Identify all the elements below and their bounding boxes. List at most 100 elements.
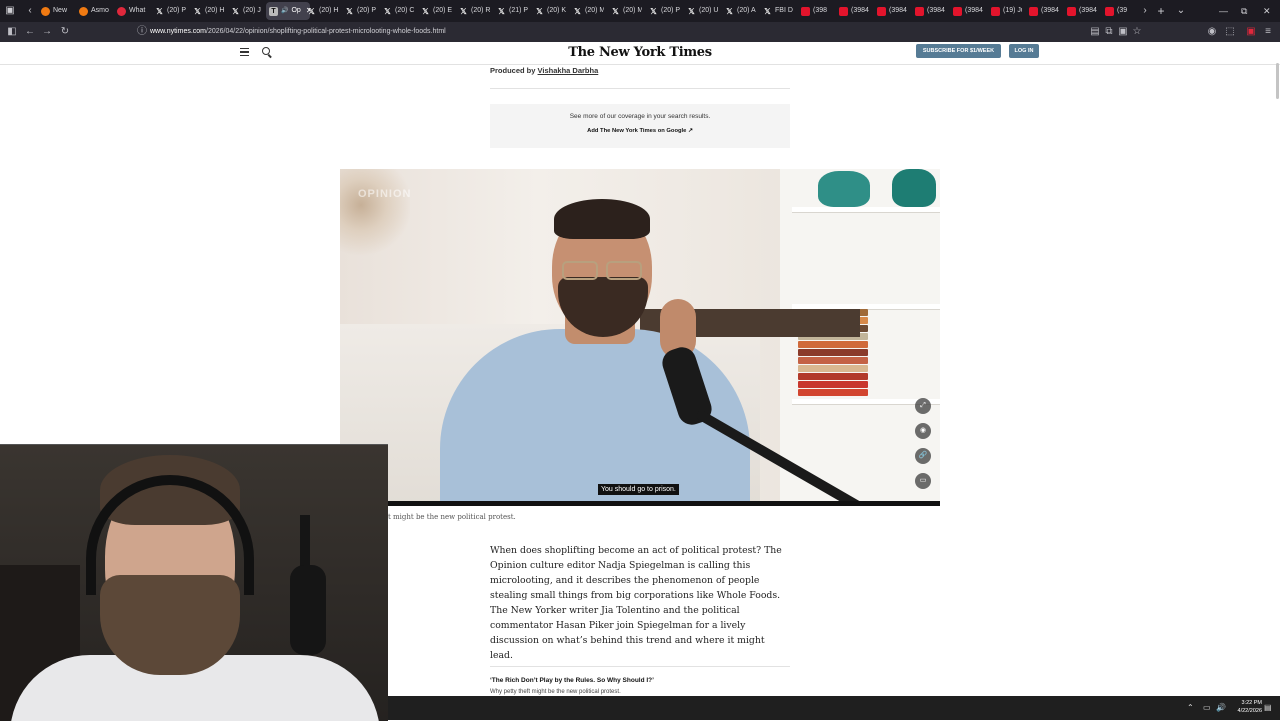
extension-badge-icon[interactable]: ▣ <box>1245 26 1257 38</box>
browser-tab[interactable]: Asmo <box>76 2 110 20</box>
reader-view-icon[interactable]: ▤ <box>1089 26 1101 38</box>
tab-label: (20) P <box>661 7 680 14</box>
list-all-tabs-icon[interactable]: ⌄ <box>1175 5 1187 17</box>
page-scrollbar[interactable] <box>1276 63 1279 99</box>
browser-tab[interactable]: 𝕏 (20) R <box>456 2 490 20</box>
tab-label: (20) P <box>357 7 376 14</box>
browser-tab[interactable]: New <box>38 2 72 20</box>
new-tab-button[interactable]: + <box>1155 5 1167 17</box>
producer-link[interactable]: Vishakha Darbha <box>538 66 599 75</box>
browser-tab[interactable]: (3984 <box>1026 2 1060 20</box>
webcam-microphone <box>290 565 326 655</box>
browser-tab[interactable]: (398 <box>798 2 832 20</box>
youtube-icon <box>1105 6 1114 16</box>
screenshot-icon[interactable]: ▣ <box>1117 26 1129 38</box>
tab-audio-icon[interactable]: 🔊 <box>281 2 288 20</box>
tab-label: (20) E <box>433 7 452 14</box>
browser-tab[interactable]: 𝕏 (20) H <box>190 2 224 20</box>
browser-tab[interactable]: 𝕏 (20) J <box>228 2 262 20</box>
browser-tab[interactable]: (3984 <box>1064 2 1098 20</box>
browser-tab[interactable]: (3984 <box>912 2 946 20</box>
x-icon: 𝕏 <box>232 6 239 16</box>
picture-in-picture-icon[interactable]: ⧉ <box>1103 26 1115 38</box>
opinion-watermark: OPINION <box>358 188 412 200</box>
notification-icon[interactable]: ▤ <box>1264 703 1272 713</box>
add-nyt-on-google-link[interactable]: Add The New York Times on Google ↗ <box>490 128 790 134</box>
related-article-summary: Why petty theft might be the new politic… <box>490 689 621 695</box>
related-article-title[interactable]: ‘The Rich Don’t Play by the Rules. So Wh… <box>490 677 654 684</box>
tab-label: (39 <box>1117 7 1128 14</box>
site-logo[interactable]: The New York Times <box>540 45 740 60</box>
tab-label: (3984 <box>889 7 907 14</box>
app-menu-icon[interactable]: ≡ <box>1262 26 1274 38</box>
sidebar-toggle-icon[interactable]: ◧ <box>6 26 18 38</box>
x-icon: 𝕏 <box>422 6 429 16</box>
extensions-icon[interactable]: ⬚ <box>1224 26 1236 38</box>
search-icon[interactable] <box>262 47 270 55</box>
reload-button[interactable]: ↻ <box>59 26 71 38</box>
coverage-text: See more of our coverage in your search … <box>569 113 711 120</box>
browser-tab[interactable]: 𝕏 (20) A <box>722 2 756 20</box>
browser-tab[interactable]: 𝕏 (20) M <box>570 2 604 20</box>
video-subtitle: You should go to prison. <box>598 484 679 495</box>
minimize-button[interactable]: — <box>1219 5 1228 17</box>
tab-label: What <box>129 7 146 14</box>
browser-tab[interactable]: 𝕏 (20) K <box>532 2 566 20</box>
x-icon: 𝕏 <box>650 6 657 16</box>
url-bar[interactable]: www.nytimes.com/2026/04/22/opinion/shopl… <box>150 26 446 38</box>
scroll-tabs-right-icon[interactable]: › <box>1139 5 1151 17</box>
captions-icon[interactable]: ◉ <box>915 423 931 439</box>
restore-button[interactable]: ⧉ <box>1241 5 1247 17</box>
browser-tab[interactable]: 𝕏 (20) E <box>418 2 452 20</box>
video-player[interactable]: OPINION You should go to prison. ⤢ ◉ 🔗 ▭ <box>340 169 940 506</box>
back-button[interactable]: ← <box>24 26 36 38</box>
forward-button[interactable]: → <box>41 26 53 38</box>
video-vase <box>892 169 936 207</box>
browser-tab[interactable]: 𝕏 (21) P <box>494 2 528 20</box>
browser-tab[interactable]: 𝕏 (20) U <box>684 2 718 20</box>
youtube-icon <box>877 6 886 16</box>
tab-overview-icon[interactable]: ▣ <box>4 5 16 17</box>
account-icon[interactable]: ◉ <box>1206 26 1218 38</box>
network-icon[interactable]: ▭ <box>1203 703 1211 713</box>
closed-captions-icon[interactable]: ▭ <box>915 473 931 489</box>
close-window-button[interactable]: ✕ <box>1263 5 1271 17</box>
tab-label: (20) U <box>699 7 718 14</box>
fullscreen-icon[interactable]: ⤢ <box>915 398 931 414</box>
reddit-icon <box>117 6 126 16</box>
tab-label: (3984 <box>1079 7 1097 14</box>
bookmark-star-icon[interactable]: ☆ <box>1131 26 1143 38</box>
youtube-icon <box>1029 6 1038 16</box>
browser-tab[interactable]: (39 <box>1102 2 1136 20</box>
browser-tab[interactable]: 𝕏 (20) H <box>304 2 338 20</box>
site-info-icon[interactable]: ⓘ <box>136 26 148 38</box>
tab-label: (20) H <box>319 7 338 14</box>
browser-tab[interactable]: (3984 <box>950 2 984 20</box>
tab-label: (20) A <box>737 7 756 14</box>
browser-tab[interactable]: (3984 <box>874 2 908 20</box>
tab-label: (20) H <box>205 7 224 14</box>
browser-tab[interactable]: 𝕏 FBI D <box>760 2 794 20</box>
browser-tab[interactable]: 𝕏 (20) P <box>342 2 376 20</box>
x-icon: 𝕏 <box>498 6 505 16</box>
tray-overflow-icon[interactable]: ⌃ <box>1187 703 1194 713</box>
x-icon: 𝕏 <box>194 6 201 16</box>
x-icon: 𝕏 <box>574 6 581 16</box>
scroll-tabs-left-icon[interactable]: ‹ <box>24 5 36 17</box>
volume-icon[interactable]: 🔊 <box>1216 703 1226 713</box>
browser-tab[interactable]: 𝕏 (20) P <box>152 2 186 20</box>
subscribe-button[interactable]: SUBSCRIBE FOR $1/WEEK <box>916 44 1001 58</box>
browser-tab[interactable]: What <box>114 2 148 20</box>
share-link-icon[interactable]: 🔗 <box>915 448 931 464</box>
browser-tab[interactable]: 𝕏 (20) C <box>380 2 414 20</box>
login-button[interactable]: LOG IN <box>1009 44 1039 58</box>
video-caption: t might be the new political protest. <box>388 513 516 521</box>
taskbar-clock[interactable]: 3:22 PM 4/22/2026 <box>1226 699 1262 715</box>
tab-label: (20) C <box>395 7 414 14</box>
browser-tab[interactable]: 𝕏 (20) P <box>646 2 680 20</box>
sections-menu-icon[interactable] <box>240 48 249 56</box>
browser-tab[interactable]: (3984 <box>836 2 870 20</box>
video-progress-bar[interactable] <box>340 501 940 506</box>
browser-tab[interactable]: (19) Ju <box>988 2 1022 20</box>
browser-tab[interactable]: 𝕏 (20) M <box>608 2 642 20</box>
